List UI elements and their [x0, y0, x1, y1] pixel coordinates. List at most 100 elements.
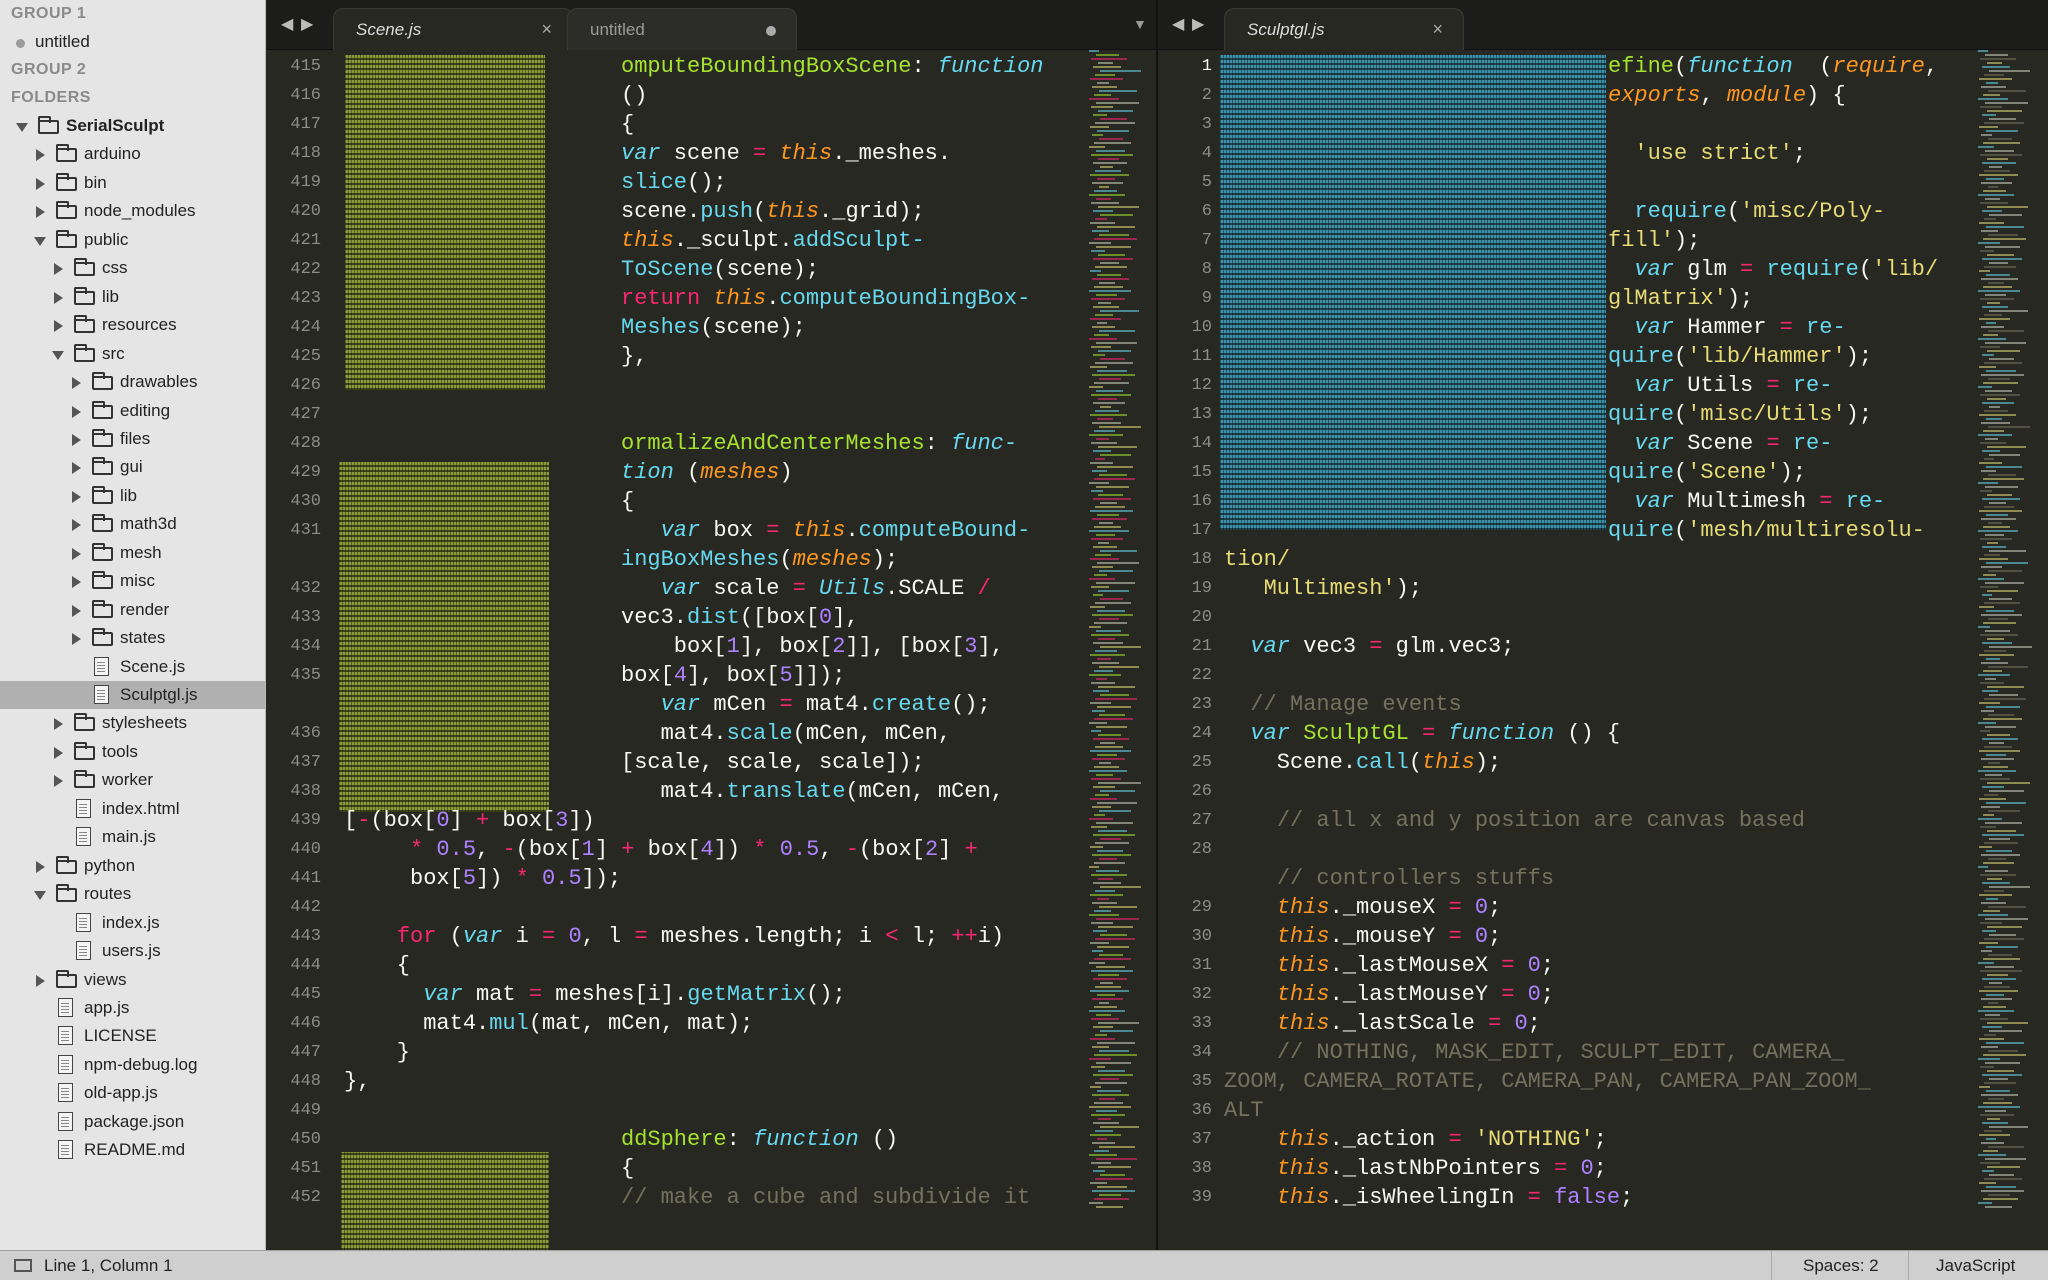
- tree-folder-routes[interactable]: routes: [0, 880, 265, 908]
- tree-file-readme-md[interactable]: README.md: [0, 1136, 265, 1164]
- ascii-art-block: [341, 1152, 549, 1250]
- code-token: (): [858, 1127, 899, 1152]
- disclosure-collapsed-icon[interactable]: [36, 177, 45, 190]
- tree-folder-arduino[interactable]: arduino: [0, 140, 265, 168]
- disclosure-collapsed-icon[interactable]: [54, 320, 63, 333]
- disclosure-collapsed-icon[interactable]: [72, 405, 81, 418]
- code-token: var: [423, 982, 463, 1007]
- disclosure-collapsed-icon[interactable]: [54, 291, 63, 304]
- tree-folder-worker[interactable]: worker: [0, 766, 265, 794]
- tree-file-package-json[interactable]: package.json: [0, 1108, 265, 1136]
- tree-folder-render[interactable]: render: [0, 596, 265, 624]
- code-token: ]);: [581, 866, 622, 891]
- tree-folder-lib[interactable]: lib: [0, 482, 265, 510]
- disclosure-collapsed-icon[interactable]: [54, 746, 63, 759]
- tab-menu-icon[interactable]: ▼: [1133, 16, 1147, 32]
- tree-folder-mesh[interactable]: mesh: [0, 539, 265, 567]
- nav-forward-icon[interactable]: ▶: [1192, 14, 1204, 34]
- tree-file-scene-js[interactable]: Scene.js: [0, 653, 265, 681]
- nav-back-icon[interactable]: ◀: [281, 14, 293, 34]
- tree-folder-public[interactable]: public: [0, 226, 265, 254]
- unsaved-dot-icon[interactable]: [766, 26, 776, 36]
- tree-folder-misc[interactable]: misc: [0, 567, 265, 595]
- code-token: 0: [1580, 1156, 1594, 1181]
- disclosure-expanded-icon[interactable]: [16, 123, 28, 132]
- code-token: scale: [700, 576, 793, 601]
- disclosure-collapsed-icon[interactable]: [54, 775, 63, 788]
- disclosure-collapsed-icon[interactable]: [72, 433, 81, 446]
- line-number: 423: [290, 289, 321, 308]
- code-token: ): [779, 460, 793, 485]
- tree-file-users-js[interactable]: users.js: [0, 937, 265, 965]
- disclosure-expanded-icon[interactable]: [52, 350, 64, 360]
- ascii-art-block: [345, 55, 545, 390]
- minimap[interactable]: [1978, 50, 2040, 1250]
- disclosure-collapsed-icon[interactable]: [36, 860, 45, 873]
- tree-file-main-js[interactable]: main.js: [0, 823, 265, 851]
- panel-toggle-icon[interactable]: [14, 1259, 32, 1272]
- tree-file-index-html[interactable]: index.html: [0, 795, 265, 823]
- tree-folder-views[interactable]: views: [0, 966, 265, 994]
- disclosure-collapsed-icon[interactable]: [72, 377, 81, 390]
- tree-folder-tools[interactable]: tools: [0, 738, 265, 766]
- tab-close-icon[interactable]: ×: [541, 19, 552, 40]
- tree-folder-python[interactable]: python: [0, 852, 265, 880]
- tree-file-sculptgl-js[interactable]: Sculptgl.js: [0, 681, 265, 709]
- tree-folder-states[interactable]: states: [0, 624, 265, 652]
- disclosure-collapsed-icon[interactable]: [72, 633, 81, 646]
- tree-folder-files[interactable]: files: [0, 425, 265, 453]
- tree-folder-bin[interactable]: bin: [0, 169, 265, 197]
- tree-file-app-js[interactable]: app.js: [0, 994, 265, 1022]
- syntax-selector[interactable]: JavaScript: [1936, 1256, 2015, 1276]
- code-token: module: [1726, 83, 1807, 108]
- disclosure-collapsed-icon[interactable]: [36, 206, 45, 219]
- line-number: 4: [1201, 144, 1212, 163]
- tree-folder-math3d[interactable]: math3d: [0, 510, 265, 538]
- tree-folder-lib[interactable]: lib: [0, 283, 265, 311]
- tree-file-npm-debug-log[interactable]: npm-debug.log: [0, 1051, 265, 1079]
- disclosure-expanded-icon[interactable]: [34, 891, 46, 901]
- code-token: 0.5: [779, 837, 820, 862]
- tree-folder-editing[interactable]: editing: [0, 397, 265, 425]
- disclosure-collapsed-icon[interactable]: [54, 263, 63, 276]
- disclosure-expanded-icon[interactable]: [34, 236, 46, 246]
- code-line: // Manage events: [1224, 690, 1461, 719]
- tree-folder-css[interactable]: css: [0, 254, 265, 282]
- nav-forward-icon[interactable]: ▶: [301, 14, 313, 34]
- disclosure-collapsed-icon[interactable]: [72, 604, 81, 617]
- disclosure-collapsed-icon[interactable]: [54, 718, 63, 731]
- nav-back-icon[interactable]: ◀: [1172, 14, 1184, 34]
- code-token: *: [410, 837, 424, 862]
- open-file-untitled[interactable]: untitled: [0, 28, 265, 56]
- tree-folder-serialsculpt[interactable]: SerialSculpt: [0, 112, 265, 140]
- minimap[interactable]: [1089, 50, 1141, 1250]
- tree-file-old-app-js[interactable]: old-app.js: [0, 1079, 265, 1107]
- disclosure-collapsed-icon[interactable]: [72, 519, 81, 532]
- tree-folder-src[interactable]: src: [0, 340, 265, 368]
- tree-folder-stylesheets[interactable]: stylesheets: [0, 709, 265, 737]
- tree-folder-resources[interactable]: resources: [0, 311, 265, 339]
- disclosure-collapsed-icon[interactable]: [72, 576, 81, 589]
- code-token: meshes.length; i: [647, 924, 886, 949]
- tab-close-icon[interactable]: ×: [1432, 19, 1443, 40]
- tab-sculptgl-js[interactable]: Sculptgl.js ×: [1224, 8, 1464, 50]
- folder-icon: [92, 628, 113, 647]
- disclosure-collapsed-icon[interactable]: [36, 149, 45, 162]
- tab-untitled[interactable]: untitled: [567, 8, 797, 50]
- tree-folder-drawables[interactable]: drawables: [0, 368, 265, 396]
- code-line: Multimesh');: [1224, 574, 1422, 603]
- line-number: 429: [290, 463, 321, 482]
- tree-file-license[interactable]: LICENSE: [0, 1022, 265, 1050]
- tree-folder-node-modules[interactable]: node_modules: [0, 197, 265, 225]
- disclosure-collapsed-icon[interactable]: [72, 462, 81, 475]
- tree-folder-gui[interactable]: gui: [0, 453, 265, 481]
- disclosure-collapsed-icon[interactable]: [36, 974, 45, 987]
- tree-item-label: editing: [120, 400, 171, 420]
- disclosure-collapsed-icon[interactable]: [72, 547, 81, 560]
- indentation-setting[interactable]: Spaces: 2: [1803, 1256, 1879, 1276]
- tab-scene-js[interactable]: Scene.js ×: [333, 8, 573, 50]
- tree-file-index-js[interactable]: index.js: [0, 909, 265, 937]
- code-token: quire: [1608, 460, 1675, 485]
- disclosure-collapsed-icon[interactable]: [72, 490, 81, 503]
